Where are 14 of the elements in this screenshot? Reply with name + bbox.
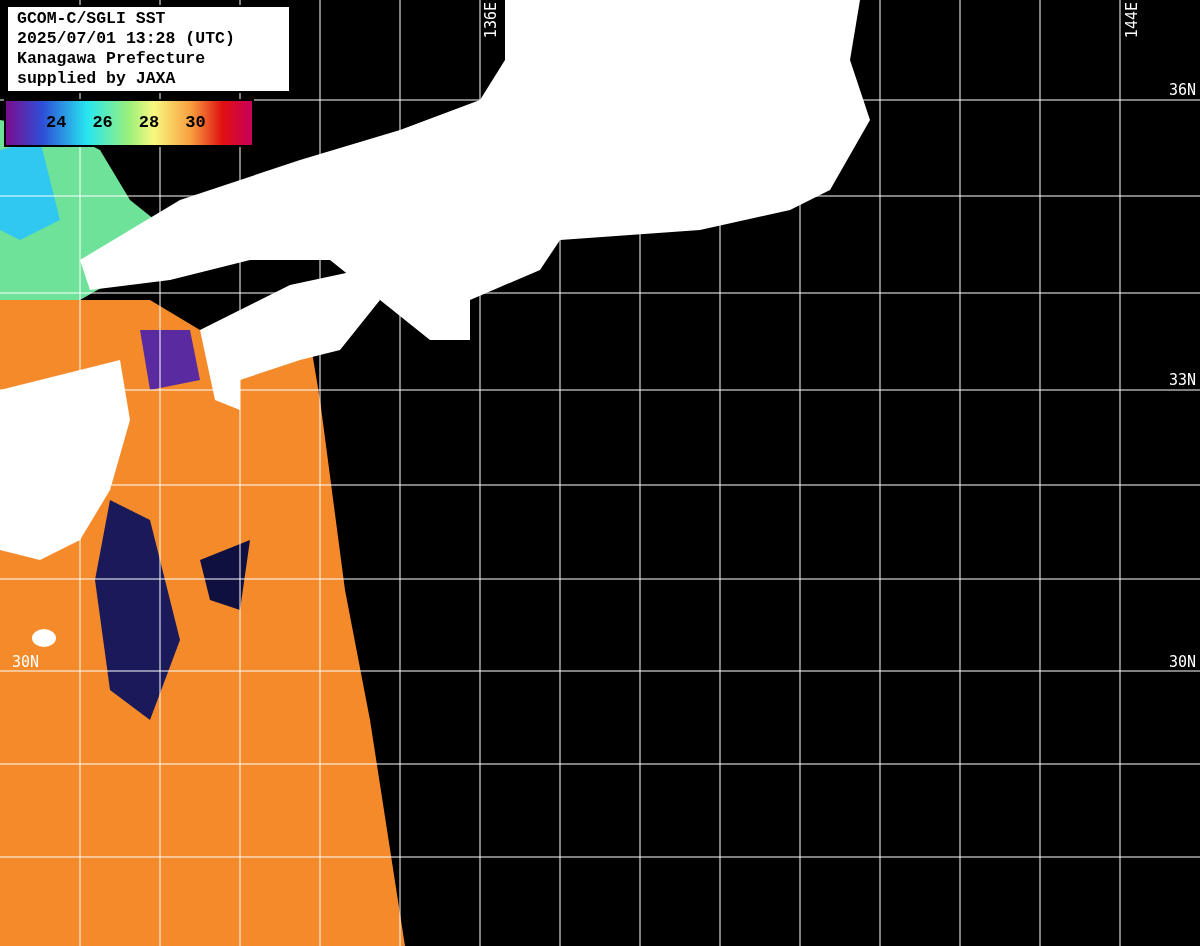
title-line: 2025/07/01 13:28 (UTC) — [17, 29, 236, 49]
title-line: supplied by JAXA — [17, 69, 177, 89]
latitude-label: 30N — [12, 654, 40, 670]
longitude-label: 136E — [483, 2, 499, 39]
title-line: GCOM-C/SGLI SST — [17, 9, 167, 29]
latitude-label: 33N — [1168, 372, 1196, 388]
latitude-label: 30N — [1168, 654, 1196, 670]
scale-label: 24 — [46, 112, 67, 135]
scale-label: 30 — [185, 112, 206, 135]
title-line: Kanagawa Prefecture — [17, 49, 207, 69]
latitude-label: 36N — [1168, 82, 1196, 98]
scale-label: 26 — [92, 112, 113, 135]
longitude-label: 144E — [1124, 2, 1140, 39]
scale-label: 28 — [138, 112, 160, 135]
